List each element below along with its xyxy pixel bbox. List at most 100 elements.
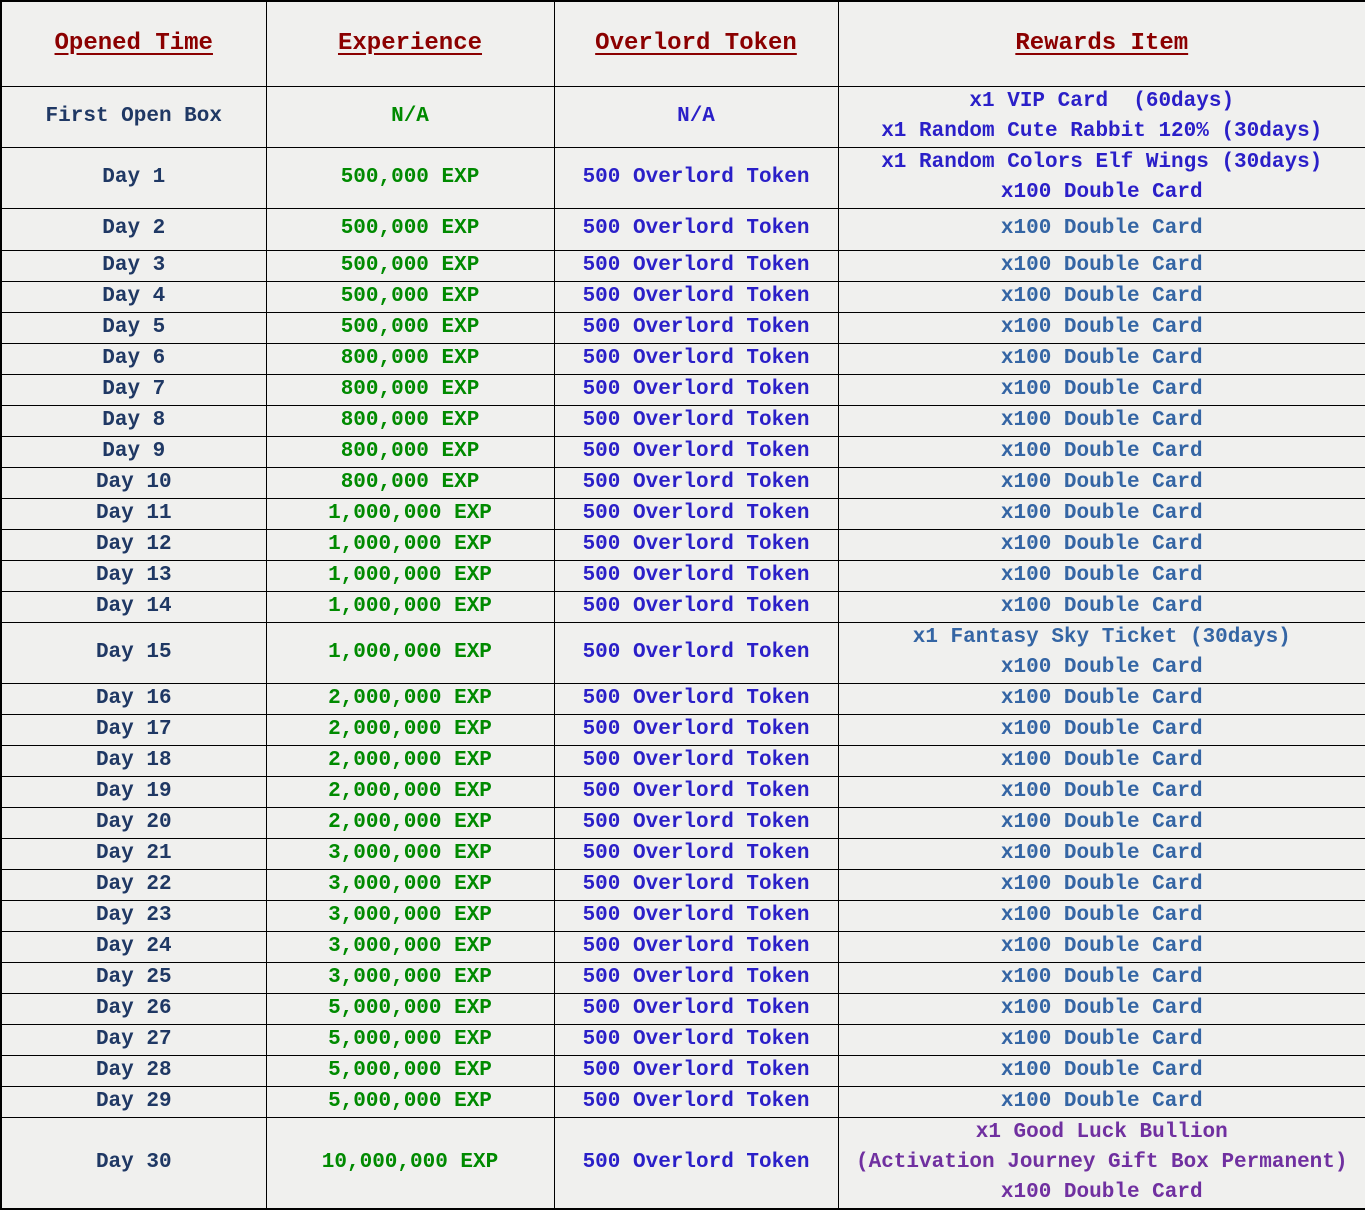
cell-rewards: x1 Random Colors Elf Wings (30days)x100 … <box>838 147 1365 208</box>
cell-opened-time: Day 12 <box>1 529 266 560</box>
reward-line: x100 Double Card <box>839 178 1365 208</box>
table-row: Day 9800,000 EXP500 Overlord Tokenx100 D… <box>1 436 1365 467</box>
cell-rewards: x100 Double Card <box>838 1024 1365 1055</box>
cell-opened-time: Day 7 <box>1 374 266 405</box>
cell-rewards: x1 Good Luck Bullion(Activation Journey … <box>838 1117 1365 1209</box>
cell-opened-time: Day 5 <box>1 312 266 343</box>
cell-rewards: x100 Double Card <box>838 931 1365 962</box>
cell-overlord-token: 500 Overlord Token <box>554 405 838 436</box>
cell-overlord-token: 500 Overlord Token <box>554 467 838 498</box>
table-row: Day 213,000,000 EXP500 Overlord Tokenx10… <box>1 838 1365 869</box>
cell-opened-time: Day 18 <box>1 745 266 776</box>
cell-rewards: x100 Double Card <box>838 745 1365 776</box>
reward-line: x100 Double Card <box>839 251 1365 281</box>
cell-experience: 3,000,000 EXP <box>266 962 554 993</box>
cell-rewards: x100 Double Card <box>838 869 1365 900</box>
table-row: Day 295,000,000 EXP500 Overlord Tokenx10… <box>1 1086 1365 1117</box>
table-row: Day 7800,000 EXP500 Overlord Tokenx100 D… <box>1 374 1365 405</box>
cell-rewards: x100 Double Card <box>838 1086 1365 1117</box>
cell-rewards: x100 Double Card <box>838 1055 1365 1086</box>
cell-overlord-token: 500 Overlord Token <box>554 1086 838 1117</box>
table-row: Day 202,000,000 EXP500 Overlord Tokenx10… <box>1 807 1365 838</box>
table-row: Day 151,000,000 EXP500 Overlord Tokenx1 … <box>1 622 1365 683</box>
cell-rewards: x100 Double Card <box>838 436 1365 467</box>
cell-experience: 5,000,000 EXP <box>266 1055 554 1086</box>
cell-opened-time: Day 17 <box>1 714 266 745</box>
cell-overlord-token: 500 Overlord Token <box>554 993 838 1024</box>
table-row: Day 243,000,000 EXP500 Overlord Tokenx10… <box>1 931 1365 962</box>
cell-overlord-token: 500 Overlord Token <box>554 312 838 343</box>
cell-rewards: x1 Fantasy Sky Ticket (30days)x100 Doubl… <box>838 622 1365 683</box>
cell-opened-time: Day 27 <box>1 1024 266 1055</box>
reward-line: x100 Double Card <box>839 684 1365 714</box>
cell-opened-time: Day 21 <box>1 838 266 869</box>
table-row: Day 121,000,000 EXP500 Overlord Tokenx10… <box>1 529 1365 560</box>
reward-line: x100 Double Card <box>839 839 1365 869</box>
cell-experience: 500,000 EXP <box>266 281 554 312</box>
table-row: Day 253,000,000 EXP500 Overlord Tokenx10… <box>1 962 1365 993</box>
cell-opened-time: Day 1 <box>1 147 266 208</box>
table-row: Day 4500,000 EXP500 Overlord Tokenx100 D… <box>1 281 1365 312</box>
cell-opened-time: First Open Box <box>1 86 266 147</box>
cell-experience: 2,000,000 EXP <box>266 683 554 714</box>
reward-line: x1 VIP Card (60days) <box>839 87 1365 117</box>
cell-opened-time: Day 14 <box>1 591 266 622</box>
cell-overlord-token: 500 Overlord Token <box>554 745 838 776</box>
cell-overlord-token: 500 Overlord Token <box>554 962 838 993</box>
cell-overlord-token: 500 Overlord Token <box>554 591 838 622</box>
cell-opened-time: Day 13 <box>1 560 266 591</box>
reward-line: x100 Double Card <box>839 530 1365 560</box>
reward-line: x100 Double Card <box>839 1056 1365 1086</box>
table-row: Day 233,000,000 EXP500 Overlord Tokenx10… <box>1 900 1365 931</box>
table-body: First Open BoxN/AN/Ax1 VIP Card (60days)… <box>1 86 1365 1209</box>
cell-experience: 2,000,000 EXP <box>266 714 554 745</box>
table-row: Day 172,000,000 EXP500 Overlord Tokenx10… <box>1 714 1365 745</box>
cell-opened-time: Day 25 <box>1 962 266 993</box>
cell-experience: 800,000 EXP <box>266 343 554 374</box>
header-row: Opened Time Experience Overlord Token Re… <box>1 1 1365 86</box>
cell-overlord-token: 500 Overlord Token <box>554 1055 838 1086</box>
table-row: Day 1500,000 EXP500 Overlord Tokenx1 Ran… <box>1 147 1365 208</box>
cell-rewards: x100 Double Card <box>838 405 1365 436</box>
cell-overlord-token: 500 Overlord Token <box>554 869 838 900</box>
reward-line: x100 Double Card <box>839 214 1365 244</box>
cell-opened-time: Day 2 <box>1 208 266 250</box>
reward-line: x100 Double Card <box>839 994 1365 1024</box>
cell-overlord-token: N/A <box>554 86 838 147</box>
table-row: Day 285,000,000 EXP500 Overlord Tokenx10… <box>1 1055 1365 1086</box>
cell-experience: 1,000,000 EXP <box>266 591 554 622</box>
reward-line: x100 Double Card <box>839 375 1365 405</box>
cell-experience: 1,000,000 EXP <box>266 622 554 683</box>
cell-opened-time: Day 8 <box>1 405 266 436</box>
table-row: Day 131,000,000 EXP500 Overlord Tokenx10… <box>1 560 1365 591</box>
cell-overlord-token: 500 Overlord Token <box>554 1117 838 1209</box>
cell-experience: 2,000,000 EXP <box>266 807 554 838</box>
cell-rewards: x100 Double Card <box>838 529 1365 560</box>
cell-opened-time: Day 28 <box>1 1055 266 1086</box>
cell-opened-time: Day 26 <box>1 993 266 1024</box>
reward-line: x100 Double Card <box>839 715 1365 745</box>
cell-experience: 3,000,000 EXP <box>266 838 554 869</box>
cell-experience: N/A <box>266 86 554 147</box>
cell-rewards: x100 Double Card <box>838 900 1365 931</box>
cell-experience: 500,000 EXP <box>266 208 554 250</box>
cell-experience: 500,000 EXP <box>266 147 554 208</box>
cell-experience: 3,000,000 EXP <box>266 931 554 962</box>
reward-line: x100 Double Card <box>839 808 1365 838</box>
col-header-rewards-item: Rewards Item <box>838 1 1365 86</box>
cell-opened-time: Day 6 <box>1 343 266 374</box>
cell-rewards: x100 Double Card <box>838 807 1365 838</box>
reward-line: x100 Double Card <box>839 932 1365 962</box>
reward-line: x1 Fantasy Sky Ticket (30days) <box>839 623 1365 653</box>
cell-opened-time: Day 15 <box>1 622 266 683</box>
cell-opened-time: Day 19 <box>1 776 266 807</box>
table-row: Day 265,000,000 EXP500 Overlord Tokenx10… <box>1 993 1365 1024</box>
reward-line: x1 Random Colors Elf Wings (30days) <box>839 148 1365 178</box>
cell-overlord-token: 500 Overlord Token <box>554 208 838 250</box>
cell-overlord-token: 500 Overlord Token <box>554 250 838 281</box>
cell-rewards: x100 Double Card <box>838 467 1365 498</box>
cell-rewards: x100 Double Card <box>838 962 1365 993</box>
table-row: Day 3500,000 EXP500 Overlord Tokenx100 D… <box>1 250 1365 281</box>
daily-rewards-table: Opened Time Experience Overlord Token Re… <box>0 0 1365 1210</box>
cell-rewards: x100 Double Card <box>838 343 1365 374</box>
